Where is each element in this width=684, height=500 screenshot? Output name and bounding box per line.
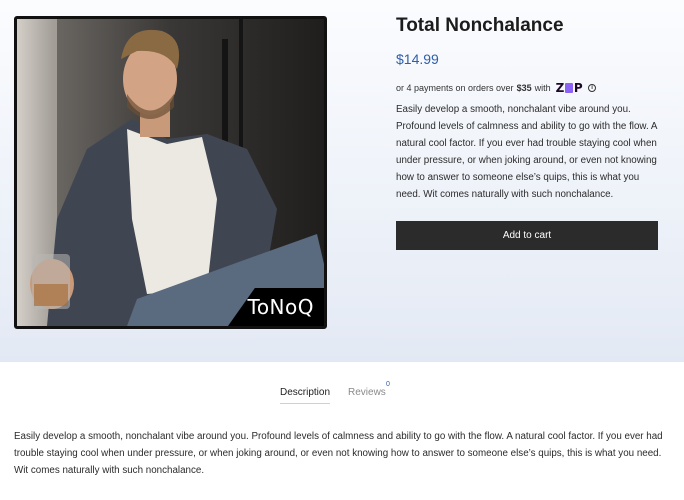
installments-prefix: or 4 payments on orders over	[396, 83, 514, 93]
add-to-cart-button[interactable]: Add to cart	[396, 221, 658, 250]
tab-reviews[interactable]: Reviews	[348, 386, 386, 400]
product-tabs: Description Reviews 0	[0, 381, 684, 404]
short-description: Easily develop a smooth, nonchalant vibe…	[396, 104, 657, 200]
product-image[interactable]: ToNoQ	[14, 16, 327, 329]
reviews-count-badge: 0	[386, 381, 390, 388]
installments-threshold: $35	[516, 83, 532, 93]
installments-info: or 4 payments on orders over $35 with ZP…	[396, 81, 658, 95]
installments-suffix: with	[534, 83, 551, 93]
zip-logo-accent	[564, 83, 573, 93]
product-title: Total Nonchalance	[396, 15, 564, 36]
product-price: $14.99	[396, 51, 439, 67]
tab-description[interactable]: Description	[280, 386, 331, 404]
product-summary: Total Nonchalance $14.99 or 4 payments o…	[396, 14, 658, 250]
info-icon[interactable]: i	[588, 84, 597, 92]
product-photo	[17, 19, 324, 326]
zip-logo[interactable]: ZP	[556, 81, 583, 95]
description-body: Easily develop a smooth, nonchalant vibe…	[14, 431, 663, 476]
